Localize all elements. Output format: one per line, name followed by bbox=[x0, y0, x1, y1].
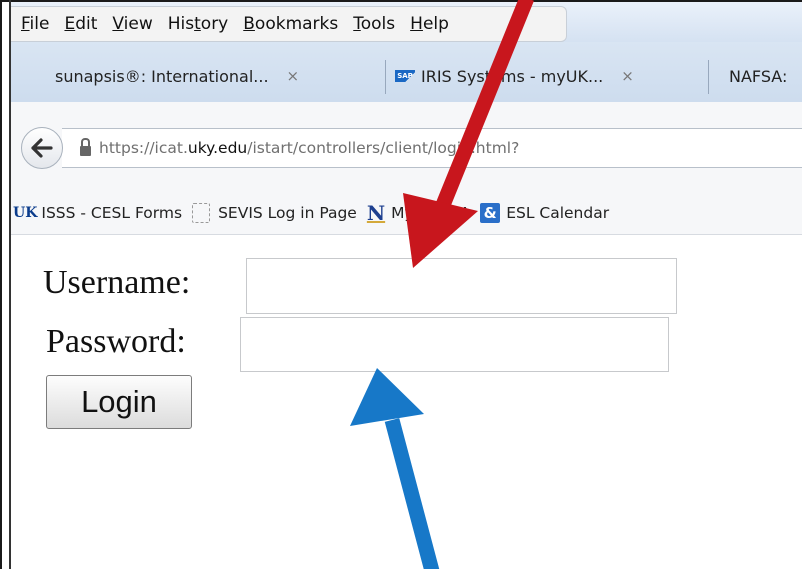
bookmark-esl-calendar[interactable]: & ESL Calendar bbox=[480, 203, 609, 223]
tab-strip: sunapsis®: International... × SAP IRIS S… bbox=[11, 42, 802, 102]
bookmarks-toolbar: UK ISSS - CESL Forms SEVIS Log in Page N… bbox=[11, 192, 802, 235]
close-icon[interactable]: × bbox=[287, 67, 300, 85]
bookmark-my-nafsa[interactable]: N My NAFSA bbox=[367, 201, 470, 225]
menu-file[interactable]: File bbox=[21, 14, 49, 34]
password-input[interactable] bbox=[240, 317, 669, 372]
menu-tools[interactable]: Tools bbox=[353, 14, 395, 34]
username-label: Username: bbox=[43, 264, 191, 301]
menu-edit[interactable]: Edit bbox=[64, 14, 97, 34]
username-input[interactable] bbox=[246, 258, 677, 314]
tab-sunapsis[interactable]: sunapsis®: International... × bbox=[55, 52, 299, 100]
blank-page-icon bbox=[192, 203, 211, 223]
menu-bar: File Edit View History Bookmarks Tools H… bbox=[11, 2, 802, 42]
back-arrow-icon bbox=[31, 138, 53, 158]
menu-history[interactable]: History bbox=[168, 14, 229, 34]
bookmark-sevis-login[interactable]: SEVIS Log in Page bbox=[192, 203, 357, 223]
lock-icon bbox=[80, 138, 91, 156]
sap-logo-icon: SAP bbox=[395, 70, 415, 82]
close-icon[interactable]: × bbox=[621, 67, 634, 85]
frame-inner-left-border bbox=[9, 0, 11, 569]
uk-logo-icon: UK bbox=[13, 205, 38, 221]
tab-label: IRIS Systems - myUK... bbox=[421, 66, 604, 86]
url-text: https://icat.uky.edu/istart/controllers/… bbox=[99, 139, 520, 157]
tab-label: NAFSA: bbox=[729, 66, 788, 86]
password-label: Password: bbox=[46, 323, 186, 360]
menu-bookmarks[interactable]: Bookmarks bbox=[243, 14, 338, 34]
menu-help[interactable]: Help bbox=[410, 14, 449, 34]
calendar-app-icon: & bbox=[480, 203, 501, 223]
back-button[interactable] bbox=[21, 127, 63, 169]
login-button[interactable]: Login bbox=[46, 375, 192, 429]
nafsa-logo-icon: N bbox=[366, 201, 386, 225]
address-bar[interactable]: https://icat.uky.edu/istart/controllers/… bbox=[62, 128, 802, 168]
tab-label: sunapsis®: International... bbox=[55, 66, 269, 86]
tab-separator bbox=[708, 60, 709, 94]
tab-nafsa[interactable]: NAFSA: bbox=[729, 52, 787, 100]
tab-iris-systems[interactable]: SAP IRIS Systems - myUK... × bbox=[395, 52, 634, 100]
tab-separator bbox=[385, 60, 386, 94]
menu-bar-strip: File Edit View History Bookmarks Tools H… bbox=[11, 6, 567, 42]
bookmark-isss-cesl-forms[interactable]: UK ISSS - CESL Forms bbox=[11, 204, 182, 222]
menu-view[interactable]: View bbox=[112, 14, 152, 34]
frame-left-border bbox=[0, 0, 2, 569]
